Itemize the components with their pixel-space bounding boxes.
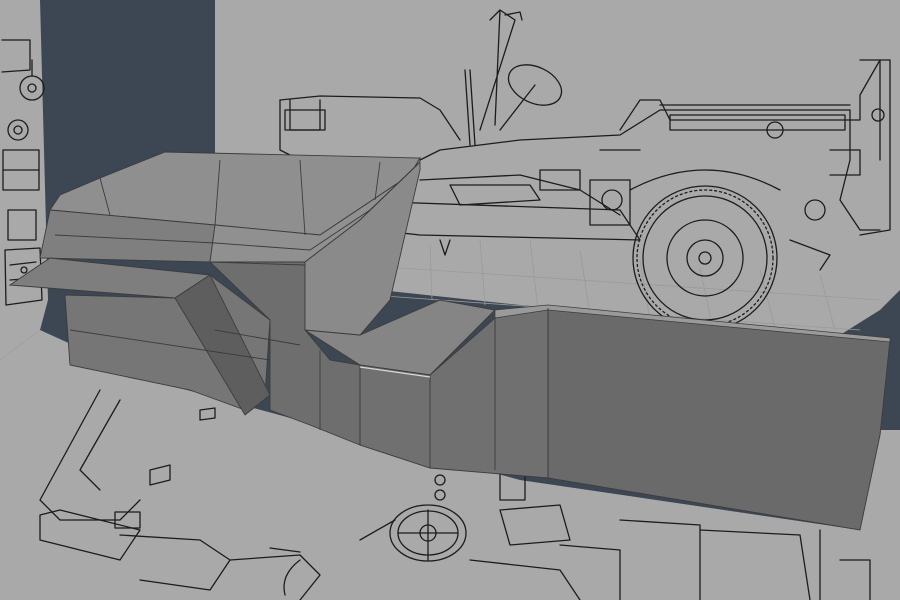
front-view-reference-plane	[0, 0, 48, 360]
steering-wheel-top-blueprint	[389, 504, 467, 562]
3d-viewport[interactable]	[0, 0, 900, 600]
